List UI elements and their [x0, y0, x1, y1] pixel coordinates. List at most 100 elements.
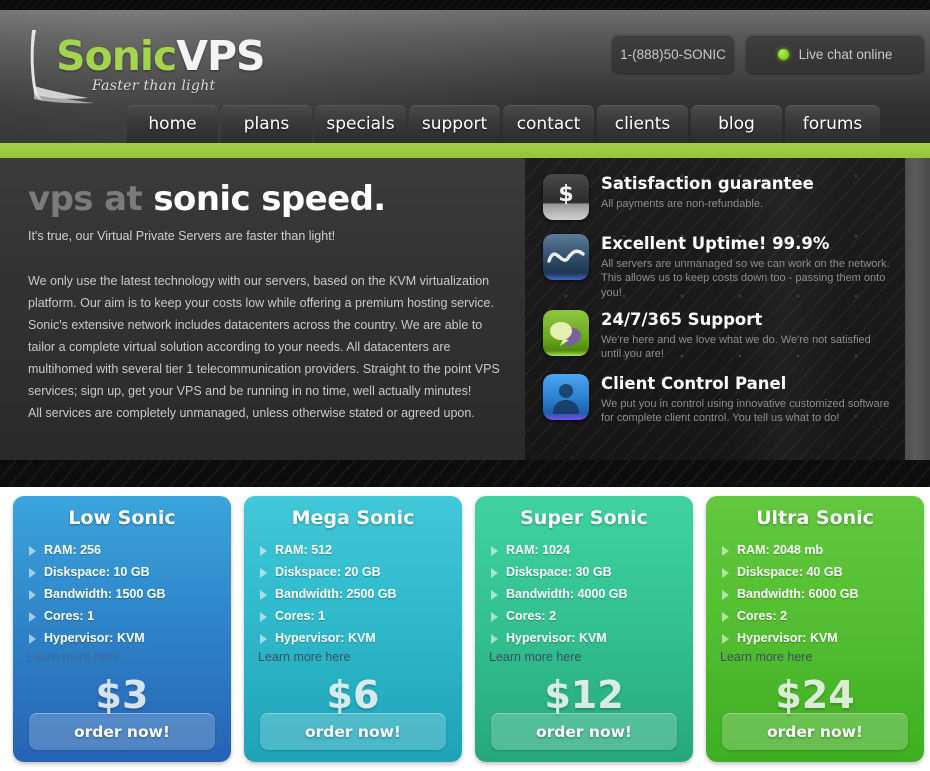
nav-item-label: specials	[326, 114, 395, 134]
site-logo[interactable]: SonicVPS Faster than light	[14, 24, 266, 106]
client-person-icon	[543, 374, 589, 420]
plan-price: $24	[775, 673, 855, 717]
plan-spec-list: RAM: 2048 mb Diskspace: 40 GB Bandwidth: 6…	[720, 539, 924, 649]
feature-title: 24/7/365 Support	[601, 310, 763, 329]
feature-excellent-uptime: Excellent Uptime! 99.9% All servers are …	[543, 234, 893, 300]
hero-subheadline: It's true, our Virtual Private Servers a…	[28, 228, 336, 243]
feature-text: Satisfaction guarantee All payments are …	[601, 174, 891, 220]
feature-text: Client Control Panel We put you in contr…	[601, 374, 891, 426]
hero-headline-bright: sonic speed.	[153, 179, 386, 219]
pricing-card: Mega Sonic RAM: 512 Diskspace: 20 GB Bandwi…	[244, 496, 462, 762]
plan-spec-list: RAM: 256 Diskspace: 10 GB Bandwidth: 1500 …	[27, 539, 231, 649]
main-navigation: home plans specials support contact clients bl…	[127, 105, 880, 143]
dollar-icon: $	[543, 174, 589, 220]
hero-section: vps at sonic speed. It's true, our Virtu…	[0, 158, 930, 460]
plan-spec-item: Cores: 2	[489, 605, 693, 627]
logo-tagline: Faster than light	[92, 78, 216, 94]
plan-spec-item: Bandwidth: 6000 GB	[720, 583, 924, 605]
phone-number-button[interactable]: 1-(888)50-SONIC	[612, 35, 734, 73]
uptime-wave-icon	[543, 234, 589, 280]
nav-item-label: plans	[243, 114, 290, 134]
online-status-dot-icon	[777, 48, 789, 60]
learn-more-link[interactable]: Learn more here	[720, 650, 924, 664]
nav-item-home[interactable]: home	[127, 105, 218, 143]
order-now-button[interactable]: order now!	[260, 713, 446, 750]
plan-spec-list: RAM: 512 Diskspace: 20 GB Bandwidth: 2500 …	[258, 539, 462, 649]
feature-title: Excellent Uptime! 99.9%	[601, 234, 830, 253]
top-decorative-stripe	[0, 0, 930, 10]
learn-more-link[interactable]: Learn more here	[27, 650, 231, 664]
nav-item-contact[interactable]: contact	[503, 105, 594, 143]
plan-spec-item: Diskspace: 30 GB	[489, 561, 693, 583]
feature-support: 24/7/365 Support We're here and we love …	[543, 310, 893, 362]
pricing-plans: Low Sonic RAM: 256 Diskspace: 10 GB Bandwid…	[13, 496, 924, 762]
nav-item-label: support	[421, 114, 488, 134]
nav-item-blog[interactable]: blog	[691, 105, 782, 143]
order-now-label: order now!	[535, 722, 632, 741]
nav-item-clients[interactable]: clients	[597, 105, 688, 143]
plan-spec-item: Diskspace: 20 GB	[258, 561, 462, 583]
green-accent-bar	[0, 143, 930, 158]
learn-more-link[interactable]: Learn more here	[258, 650, 462, 664]
black-divider-strip	[0, 460, 930, 487]
plan-spec-item: Cores: 1	[27, 605, 231, 627]
hero-body-text: We only use the latest technology with o…	[28, 270, 508, 424]
plan-spec-item: Hypervisor: KVM	[258, 627, 462, 649]
svg-text:$: $	[558, 182, 573, 207]
plan-name: Ultra Sonic	[756, 507, 874, 529]
feature-description: All servers are unmanaged so we can work…	[601, 257, 890, 299]
feature-description: We put you in control using innovative c…	[601, 397, 890, 425]
nav-item-forums[interactable]: forums	[785, 105, 880, 143]
order-now-label: order now!	[304, 722, 401, 741]
nav-item-plans[interactable]: plans	[221, 105, 312, 143]
feature-title: Satisfaction guarantee	[601, 174, 814, 193]
plan-spec-item: Bandwidth: 4000 GB	[489, 583, 693, 605]
page-root: SonicVPS Faster than light 1-(888)50-SON…	[0, 0, 930, 771]
plan-spec-item: Hypervisor: KVM	[720, 627, 924, 649]
plan-spec-item: RAM: 256	[27, 539, 231, 561]
support-chat-icon	[543, 310, 589, 356]
learn-more-link[interactable]: Learn more here	[489, 650, 693, 664]
hero-headline: vps at sonic speed.	[28, 179, 508, 219]
hero-headline-dim: vps at	[28, 179, 154, 219]
hero-copy: vps at sonic speed. It's true, our Virtu…	[28, 179, 508, 424]
feature-description: All payments are non-refundable.	[601, 197, 764, 210]
plan-spec-item: RAM: 2048 mb	[720, 539, 924, 561]
feature-description: We're here and we love what we do. We're…	[601, 333, 871, 361]
plan-spec-item: Bandwidth: 1500 GB	[27, 583, 231, 605]
logo-brand-second: VPS	[176, 32, 265, 80]
nav-item-support[interactable]: support	[409, 105, 500, 143]
live-chat-label: Live chat online	[798, 46, 893, 62]
plan-spec-item: Bandwidth: 2500 GB	[258, 583, 462, 605]
order-now-label: order now!	[766, 722, 863, 741]
nav-item-label: contact	[516, 114, 581, 134]
plan-name: Mega Sonic	[291, 507, 415, 529]
plan-spec-item: Diskspace: 10 GB	[27, 561, 231, 583]
plan-spec-list: RAM: 1024 Diskspace: 30 GB Bandwidth: 4000…	[489, 539, 693, 649]
feature-text: Excellent Uptime! 99.9% All servers are …	[601, 234, 891, 300]
features-panel: $ Satisfaction guarantee All payments ar…	[525, 158, 905, 460]
plan-spec-item: Diskspace: 40 GB	[720, 561, 924, 583]
nav-item-label: home	[148, 114, 197, 134]
logo-brand-first: Sonic	[56, 32, 177, 80]
plan-spec-item: Hypervisor: KVM	[27, 627, 231, 649]
plan-spec-item: Hypervisor: KVM	[489, 627, 693, 649]
order-now-button[interactable]: order now!	[491, 713, 677, 750]
plan-spec-item: RAM: 1024	[489, 539, 693, 561]
order-now-button[interactable]: order now!	[29, 713, 215, 750]
nav-item-specials[interactable]: specials	[315, 105, 406, 143]
phone-number-label: 1-(888)50-SONIC	[620, 46, 726, 62]
hero-right-edge	[905, 158, 930, 460]
plan-price: $12	[544, 673, 624, 717]
nav-item-label: clients	[614, 114, 671, 134]
pricing-card: Ultra Sonic RAM: 2048 mb Diskspace: 40 GB B…	[706, 496, 924, 762]
order-now-button[interactable]: order now!	[722, 713, 908, 750]
feature-text: 24/7/365 Support We're here and we love …	[601, 310, 891, 362]
logo-wordmark: SonicVPS	[56, 36, 266, 77]
pricing-card: Low Sonic RAM: 256 Diskspace: 10 GB Bandwid…	[13, 496, 231, 762]
hero-paragraph: We only use the latest technology with o…	[28, 273, 500, 398]
nav-item-label: forums	[802, 114, 863, 134]
plan-name: Low Sonic	[68, 507, 176, 529]
live-chat-button[interactable]: Live chat online	[746, 35, 924, 73]
plan-price: $3	[95, 673, 149, 717]
